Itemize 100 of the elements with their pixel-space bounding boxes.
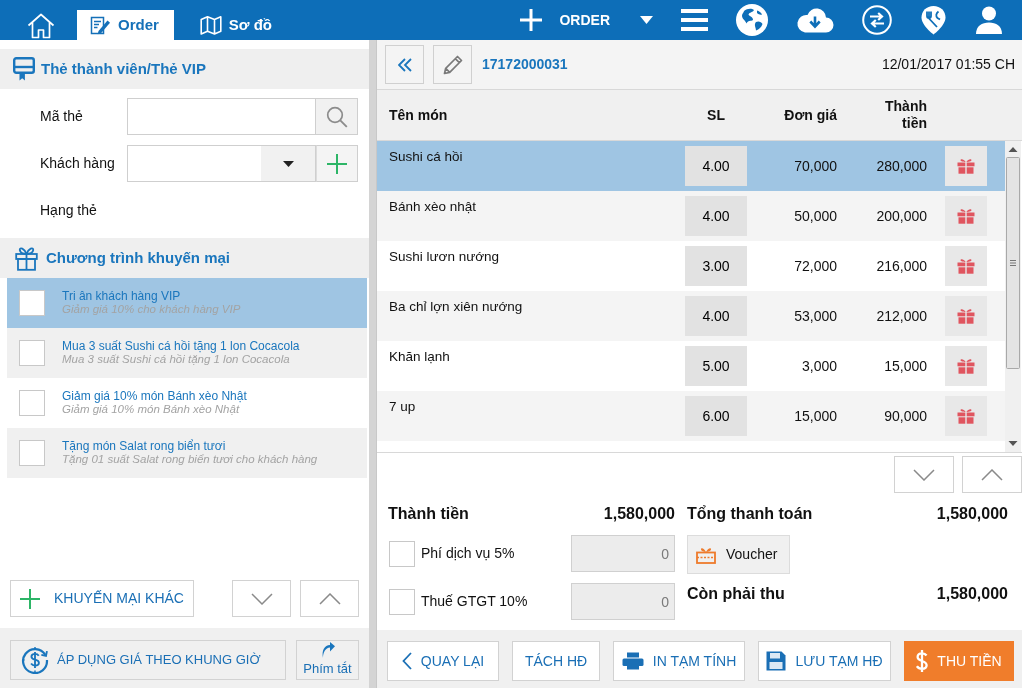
map-pin-icon[interactable] <box>920 5 947 35</box>
nav-tab[interactable]: Sơ đồ <box>186 10 288 40</box>
printer-icon <box>621 652 644 670</box>
quantity-field[interactable]: 4.00 <box>685 296 747 336</box>
subtotal-label: Thành tiền <box>388 504 469 524</box>
card-icon <box>13 57 35 81</box>
back-button[interactable]: QUAY LẠI <box>387 641 499 681</box>
print-button[interactable]: IN TẠM TÍNH <box>613 641 745 681</box>
item-name: Bánh xèo nhật <box>389 198 478 216</box>
scroll-up-button[interactable] <box>962 456 1022 493</box>
chevron-up-icon <box>318 592 341 605</box>
promotion-description: Giảm giá 10% cho khách hàng VIP <box>62 303 241 316</box>
scroll-up-button[interactable] <box>300 580 359 617</box>
gift-icon <box>957 358 975 374</box>
input-field[interactable]: 0 <box>571 583 675 620</box>
home-icon <box>27 11 55 39</box>
map-icon <box>199 15 222 35</box>
field-label: Mã thẻ <box>40 107 84 126</box>
gift-button[interactable] <box>945 196 987 236</box>
dollar-icon <box>916 650 929 672</box>
line-amount: 216,000 <box>875 256 927 276</box>
input-field[interactable] <box>127 98 315 135</box>
user-icon[interactable] <box>975 6 1003 34</box>
charge-label: Thuế GTGT 10% <box>421 592 529 611</box>
gift-button[interactable] <box>945 246 987 286</box>
split-bill-button[interactable]: TÁCH HĐ <box>512 641 600 681</box>
scrollbar[interactable] <box>1005 141 1021 452</box>
promotion-title: Giảm giá 10% món Bánh xèo Nhật <box>62 390 247 403</box>
floppy-icon <box>766 651 787 671</box>
quantity-field[interactable]: 3.00 <box>685 246 747 286</box>
plus-icon <box>20 588 41 609</box>
gift-button[interactable] <box>945 346 987 386</box>
gift-icon <box>957 158 975 174</box>
item-name: Sushi lươn nướng <box>389 248 501 266</box>
chevron-down-icon <box>913 468 935 481</box>
promotion-description: Giảm giá 10% món Bánh xèo Nhật <box>62 403 241 416</box>
order-row[interactable]: Bánh xèo nhật 4.00 50,000 200,000 <box>377 191 1005 241</box>
column-header: Thành tiền <box>884 98 927 132</box>
voucher-button[interactable]: Voucher <box>687 535 790 574</box>
search-button[interactable] <box>315 98 358 135</box>
dropdown-field[interactable] <box>127 145 316 182</box>
checkbox[interactable] <box>19 340 45 366</box>
quantity-field[interactable]: 5.00 <box>685 346 747 386</box>
promotion-item[interactable]: Mua 3 suất Sushi cá hồi tặng 1 lon Cocacola Mua 3 suất Sushi cá hồi tặng 1 lon Cocacola <box>7 328 367 378</box>
quantity-field[interactable]: 6.00 <box>685 396 747 436</box>
shortcut-button[interactable]: Phím tắt <box>296 640 359 680</box>
globe-icon[interactable] <box>736 4 768 36</box>
gift-button[interactable] <box>945 146 987 186</box>
checkbox[interactable] <box>19 390 45 416</box>
field-label: Khách hàng <box>40 154 116 173</box>
column-header: SL <box>706 105 726 125</box>
promotion-description: Mua 3 suất Sushi cá hồi tặng 1 lon Cocacola <box>62 353 291 366</box>
checkbox[interactable] <box>389 588 415 615</box>
order-row[interactable]: Sushi cá hồi 4.00 70,000 280,000 <box>377 141 1005 191</box>
more-promotions-button[interactable]: KHUYẾN MẠI KHÁC <box>10 580 194 617</box>
gift-icon <box>957 308 975 324</box>
time-price-button[interactable]: ÁP DỤNG GIÁ THEO KHUNG GIỜ <box>10 640 286 680</box>
scroll-down-button[interactable] <box>894 456 954 493</box>
pencil-icon <box>441 53 464 76</box>
column-header: Tên món <box>389 105 449 125</box>
promotion-item[interactable]: Tặng món Salat rong biển tươi Tặng 01 suất Salat rong biển tươi cho khách hàng <box>7 428 367 478</box>
plus-icon <box>327 153 347 174</box>
remaining-value: 1,580,000 <box>936 584 1008 604</box>
section-title: Chương trình khuyến mại <box>46 247 231 268</box>
scroll-down-button[interactable] <box>232 580 291 617</box>
item-name: Khăn lạnh <box>389 348 451 366</box>
checkbox[interactable] <box>19 440 45 466</box>
new-order-button[interactable]: ORDER <box>520 9 653 31</box>
nav-tab[interactable]: Order <box>77 10 174 40</box>
menu-icon[interactable] <box>681 9 708 31</box>
order-datetime: 12/01/2017 01:55 CH <box>881 55 1015 74</box>
quantity-field[interactable]: 4.00 <box>685 196 747 236</box>
notepad-pencil-icon <box>90 15 111 35</box>
add-button[interactable] <box>316 145 358 182</box>
edit-button[interactable] <box>433 45 472 84</box>
save-draft-button[interactable]: LƯU TẠM HĐ <box>758 641 891 681</box>
caret-down-icon <box>640 16 653 24</box>
total-value: 1,580,000 <box>936 504 1008 524</box>
promotion-title: Tri ân khách hàng VIP <box>62 290 182 303</box>
checkbox[interactable] <box>19 290 45 316</box>
gift-button[interactable] <box>945 396 987 436</box>
checkbox[interactable] <box>389 540 415 567</box>
collapse-button[interactable] <box>385 45 424 84</box>
order-row[interactable]: 7 up 6.00 15,000 90,000 <box>377 391 1005 441</box>
gift-button[interactable] <box>945 296 987 336</box>
quantity-field[interactable]: 4.00 <box>685 146 747 186</box>
exchange-icon[interactable] <box>862 5 892 35</box>
input-field[interactable]: 0 <box>571 535 675 572</box>
chevron-up-icon <box>981 468 1003 481</box>
cloud-download-icon[interactable] <box>796 7 834 33</box>
promotion-description: Tặng 01 suất Salat rong biển tươi cho khách hàng <box>62 453 318 466</box>
order-row[interactable]: Ba chỉ lợn xiên nướng 4.00 53,000 212,000 <box>377 291 1005 341</box>
unit-price: 53,000 <box>793 306 837 326</box>
voucher-icon <box>696 545 716 564</box>
item-name: 7 up <box>389 398 417 416</box>
double-chevron-left-icon <box>397 57 412 72</box>
line-amount: 280,000 <box>875 156 927 176</box>
search-icon <box>325 105 348 128</box>
unit-price: 3,000 <box>800 356 837 376</box>
unit-price: 50,000 <box>793 206 837 226</box>
